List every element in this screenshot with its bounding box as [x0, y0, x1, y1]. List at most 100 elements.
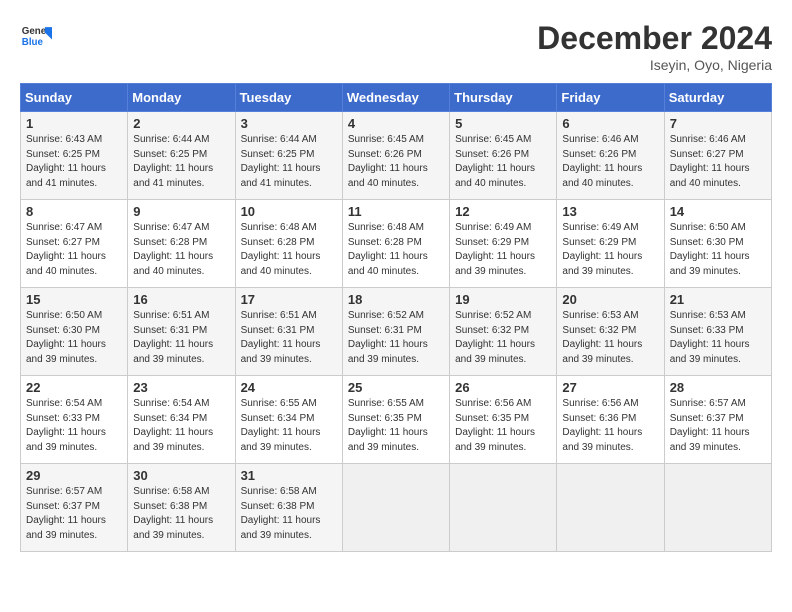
day-details: Sunrise: 6:53 AMSunset: 6:33 PMDaylight:…: [670, 309, 766, 367]
calendar-day: 11 Sunrise: 6:48 AMSunset: 6:28 PMDayligh…: [342, 200, 449, 288]
day-details: Sunrise: 6:45 AMSunset: 6:26 PMDaylight:…: [348, 133, 444, 191]
calendar-day: 9Sunrise: 6:47 AMSunset: 6:28 PMDaylight…: [128, 200, 235, 288]
day-number: 4: [348, 116, 444, 131]
day-number: 7: [670, 116, 766, 131]
day-details: Sunrise: 6:48 AMSunset: 6:28 PMDaylight:…: [348, 221, 444, 279]
calendar-day: 27 Sunrise: 6:56 AMSunset: 6:36 PMDayligh…: [557, 376, 664, 464]
header-monday: Monday: [128, 84, 235, 112]
calendar-day: 26 Sunrise: 6:56 AMSunset: 6:35 PMDayligh…: [450, 376, 557, 464]
day-details: Sunrise: 6:53 AMSunset: 6:32 PMDaylight:…: [562, 309, 658, 367]
day-details: Sunrise: 6:49 AMSunset: 6:29 PMDaylight:…: [562, 221, 658, 279]
calendar-week-5: 29 Sunrise: 6:57 AMSunset: 6:37 PMDayligh…: [21, 464, 772, 552]
day-number: 23: [133, 380, 229, 395]
day-number: 8: [26, 204, 122, 219]
calendar-day: 16 Sunrise: 6:51 AMSunset: 6:31 PMDayligh…: [128, 288, 235, 376]
calendar-day: 2 Sunrise: 6:44 AMSunset: 6:25 PMDaylight…: [128, 112, 235, 200]
day-details: Sunrise: 6:51 AMSunset: 6:31 PMDaylight:…: [241, 309, 337, 367]
day-details: Sunrise: 6:43 AMSunset: 6:25 PMDaylight:…: [26, 133, 122, 191]
day-details: Sunrise: 6:52 AMSunset: 6:31 PMDaylight:…: [348, 309, 444, 367]
day-number: 19: [455, 292, 551, 307]
calendar-day: 3 Sunrise: 6:44 AMSunset: 6:25 PMDaylight…: [235, 112, 342, 200]
calendar-day: 5Sunrise: 6:45 AMSunset: 6:26 PMDaylight…: [450, 112, 557, 200]
day-details: Sunrise: 6:54 AMSunset: 6:33 PMDaylight:…: [26, 397, 122, 455]
day-number: 17: [241, 292, 337, 307]
calendar-day: 18 Sunrise: 6:52 AMSunset: 6:31 PMDayligh…: [342, 288, 449, 376]
calendar-day: 21Sunrise: 6:53 AMSunset: 6:33 PMDayligh…: [664, 288, 771, 376]
calendar-week-4: 22 Sunrise: 6:54 AMSunset: 6:33 PMDayligh…: [21, 376, 772, 464]
calendar-day: 7 Sunrise: 6:46 AMSunset: 6:27 PMDaylight…: [664, 112, 771, 200]
day-details: Sunrise: 6:45 AMSunset: 6:26 PMDaylight:…: [455, 133, 551, 191]
calendar-day: 4 Sunrise: 6:45 AMSunset: 6:26 PMDaylight…: [342, 112, 449, 200]
logo-icon: General Blue: [20, 20, 52, 52]
day-number: 1: [26, 116, 122, 131]
day-number: 27: [562, 380, 658, 395]
header-friday: Friday: [557, 84, 664, 112]
calendar-day: 15 Sunrise: 6:50 AMSunset: 6:30 PMDayligh…: [21, 288, 128, 376]
calendar-day: 30 Sunrise: 6:58 AMSunset: 6:38 PMDayligh…: [128, 464, 235, 552]
day-number: 22: [26, 380, 122, 395]
calendar-table: SundayMondayTuesdayWednesdayThursdayFrid…: [20, 83, 772, 552]
day-details: Sunrise: 6:47 AMSunset: 6:27 PMDaylight:…: [26, 221, 122, 279]
day-details: Sunrise: 6:56 AMSunset: 6:36 PMDaylight:…: [562, 397, 658, 455]
day-number: 26: [455, 380, 551, 395]
day-number: 16: [133, 292, 229, 307]
day-number: 12: [455, 204, 551, 219]
location: Iseyin, Oyo, Nigeria: [537, 57, 772, 73]
calendar-day: [342, 464, 449, 552]
day-details: Sunrise: 6:50 AMSunset: 6:30 PMDaylight:…: [670, 221, 766, 279]
day-number: 25: [348, 380, 444, 395]
calendar-week-1: 1 Sunrise: 6:43 AMSunset: 6:25 PMDaylight…: [21, 112, 772, 200]
day-details: Sunrise: 6:50 AMSunset: 6:30 PMDaylight:…: [26, 309, 122, 367]
calendar-day: 12 Sunrise: 6:49 AMSunset: 6:29 PMDayligh…: [450, 200, 557, 288]
calendar-day: 19 Sunrise: 6:52 AMSunset: 6:32 PMDayligh…: [450, 288, 557, 376]
calendar-day: 31Sunrise: 6:58 AMSunset: 6:38 PMDayligh…: [235, 464, 342, 552]
calendar-day: 22 Sunrise: 6:54 AMSunset: 6:33 PMDayligh…: [21, 376, 128, 464]
day-details: Sunrise: 6:57 AMSunset: 6:37 PMDaylight:…: [26, 485, 122, 543]
day-number: 6: [562, 116, 658, 131]
calendar-day: 10Sunrise: 6:48 AMSunset: 6:28 PMDayligh…: [235, 200, 342, 288]
day-details: Sunrise: 6:44 AMSunset: 6:25 PMDaylight:…: [133, 133, 229, 191]
day-number: 14: [670, 204, 766, 219]
day-details: Sunrise: 6:58 AMSunset: 6:38 PMDaylight:…: [241, 485, 337, 543]
logo: General Blue: [20, 20, 52, 52]
day-details: Sunrise: 6:54 AMSunset: 6:34 PMDaylight:…: [133, 397, 229, 455]
calendar-day: 14 Sunrise: 6:50 AMSunset: 6:30 PMDayligh…: [664, 200, 771, 288]
day-details: Sunrise: 6:55 AMSunset: 6:34 PMDaylight:…: [241, 397, 337, 455]
day-number: 30: [133, 468, 229, 483]
calendar-week-3: 15 Sunrise: 6:50 AMSunset: 6:30 PMDayligh…: [21, 288, 772, 376]
day-details: Sunrise: 6:55 AMSunset: 6:35 PMDaylight:…: [348, 397, 444, 455]
calendar-day: 20Sunrise: 6:53 AMSunset: 6:32 PMDayligh…: [557, 288, 664, 376]
day-details: Sunrise: 6:46 AMSunset: 6:26 PMDaylight:…: [562, 133, 658, 191]
day-details: Sunrise: 6:57 AMSunset: 6:37 PMDaylight:…: [670, 397, 766, 455]
calendar-day: 6 Sunrise: 6:46 AMSunset: 6:26 PMDaylight…: [557, 112, 664, 200]
day-details: Sunrise: 6:52 AMSunset: 6:32 PMDaylight:…: [455, 309, 551, 367]
header-sunday: Sunday: [21, 84, 128, 112]
day-details: Sunrise: 6:46 AMSunset: 6:27 PMDaylight:…: [670, 133, 766, 191]
calendar-day: [557, 464, 664, 552]
calendar-day: 24Sunrise: 6:55 AMSunset: 6:34 PMDayligh…: [235, 376, 342, 464]
day-details: Sunrise: 6:51 AMSunset: 6:31 PMDaylight:…: [133, 309, 229, 367]
day-number: 9: [133, 204, 229, 219]
title-block: December 2024 Iseyin, Oyo, Nigeria: [537, 20, 772, 73]
calendar-day: 23 Sunrise: 6:54 AMSunset: 6:34 PMDayligh…: [128, 376, 235, 464]
day-number: 18: [348, 292, 444, 307]
day-number: 2: [133, 116, 229, 131]
day-details: Sunrise: 6:44 AMSunset: 6:25 PMDaylight:…: [241, 133, 337, 191]
calendar-day: [450, 464, 557, 552]
calendar-day: 8 Sunrise: 6:47 AMSunset: 6:27 PMDaylight…: [21, 200, 128, 288]
day-number: 28: [670, 380, 766, 395]
header-saturday: Saturday: [664, 84, 771, 112]
day-number: 10: [241, 204, 337, 219]
calendar-day: 1 Sunrise: 6:43 AMSunset: 6:25 PMDaylight…: [21, 112, 128, 200]
header-wednesday: Wednesday: [342, 84, 449, 112]
day-number: 29: [26, 468, 122, 483]
day-details: Sunrise: 6:58 AMSunset: 6:38 PMDaylight:…: [133, 485, 229, 543]
day-number: 13: [562, 204, 658, 219]
day-number: 3: [241, 116, 337, 131]
day-details: Sunrise: 6:49 AMSunset: 6:29 PMDaylight:…: [455, 221, 551, 279]
day-details: Sunrise: 6:56 AMSunset: 6:35 PMDaylight:…: [455, 397, 551, 455]
header-thursday: Thursday: [450, 84, 557, 112]
day-number: 15: [26, 292, 122, 307]
day-number: 11: [348, 204, 444, 219]
svg-text:Blue: Blue: [22, 37, 44, 48]
